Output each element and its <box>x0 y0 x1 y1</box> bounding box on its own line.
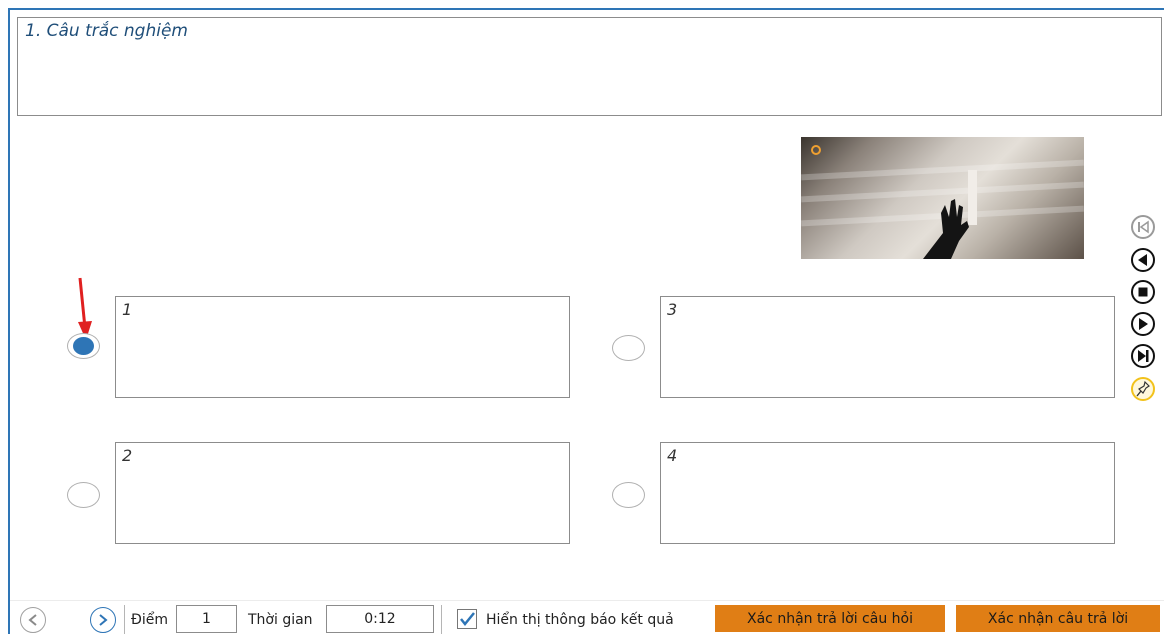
time-label: Thời gian <box>248 612 313 628</box>
confirm-question-button[interactable]: Xác nhận trả lời câu hỏi <box>715 605 945 632</box>
skip-to-start-icon <box>1131 215 1155 239</box>
toolbar-divider <box>441 605 442 634</box>
answer-radio-2[interactable] <box>67 482 100 508</box>
answer-label-3: 3 <box>667 300 678 319</box>
next-question-button[interactable] <box>90 607 116 633</box>
answer-radio-1[interactable] <box>67 333 100 359</box>
stop-button[interactable] <box>1128 277 1158 307</box>
answer-box-3[interactable]: 3 <box>660 296 1115 398</box>
chevron-right-icon <box>99 614 108 626</box>
skip-to-end-button[interactable] <box>1128 341 1158 371</box>
skip-to-start-button[interactable] <box>1128 212 1158 242</box>
answer-label-2: 2 <box>122 446 133 465</box>
question-box[interactable]: 1. Câu trắc nghiệm <box>17 17 1162 116</box>
annotation-arrow-icon <box>78 277 92 340</box>
answer-box-4[interactable]: 4 <box>660 442 1115 544</box>
show-result-label: Hiển thị thông báo kết quả <box>486 612 674 628</box>
stop-icon <box>1131 280 1155 304</box>
score-field[interactable]: 1 <box>176 605 237 633</box>
bottom-toolbar: Điểm 1 Thời gian 0:12 Hiển thị thông báo… <box>10 600 1164 634</box>
play-icon <box>1131 312 1155 336</box>
play-button[interactable] <box>1128 309 1158 339</box>
rewind-button[interactable] <box>1128 245 1158 275</box>
rewind-icon <box>1131 248 1155 272</box>
hand-silhouette <box>923 170 977 259</box>
toolbar-divider <box>124 605 125 634</box>
question-title: 1. Câu trắc nghiệm <box>25 21 188 41</box>
answer-label-4: 4 <box>667 446 678 465</box>
answer-box-1[interactable]: 1 <box>115 296 570 398</box>
answer-box-2[interactable]: 2 <box>115 442 570 544</box>
previous-question-button[interactable] <box>20 607 46 633</box>
confirm-answer-button[interactable]: Xác nhận câu trả lời <box>956 605 1160 632</box>
checkmark-icon <box>460 612 475 626</box>
pin-button[interactable] <box>1128 374 1158 404</box>
score-label: Điểm <box>131 612 168 628</box>
show-result-checkbox[interactable] <box>457 609 477 629</box>
answer-radio-3[interactable] <box>612 335 645 361</box>
time-field: 0:12 <box>326 605 434 633</box>
skip-to-end-icon <box>1131 344 1155 368</box>
answer-radio-4[interactable] <box>612 482 645 508</box>
answer-label-1: 1 <box>122 300 133 319</box>
chevron-left-icon <box>28 614 37 626</box>
pin-icon <box>1131 377 1155 401</box>
question-image <box>801 137 1084 259</box>
